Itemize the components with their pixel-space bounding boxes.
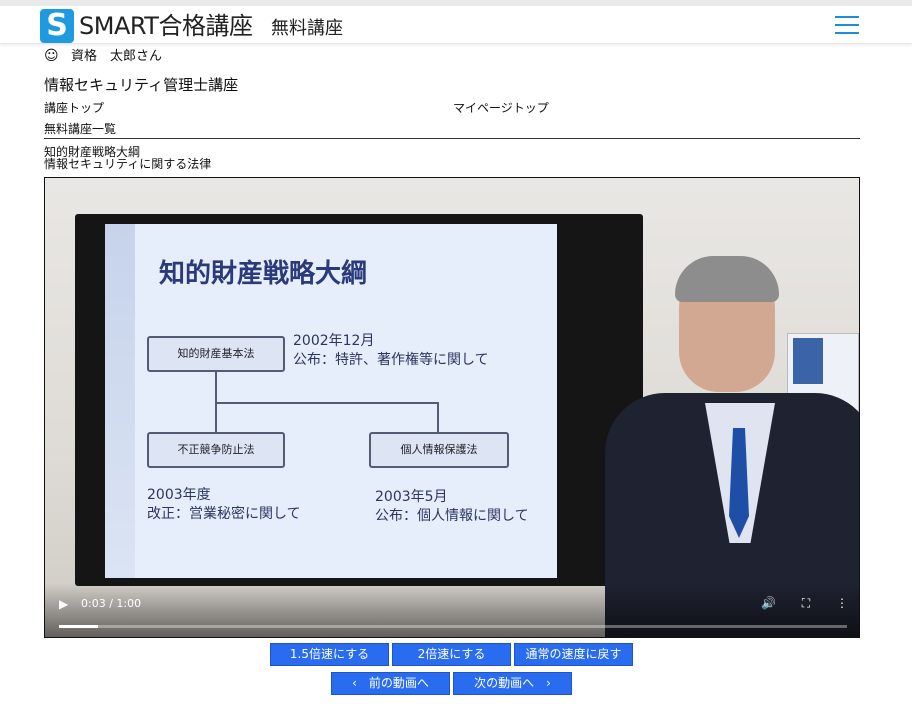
volume-icon[interactable]: 🔊: [761, 596, 776, 611]
smiley-icon: ☺: [44, 48, 59, 64]
user-name: 資格 太郎さん: [71, 49, 163, 64]
brand-subtitle: 無料講座: [271, 18, 343, 39]
slide-note: 2003年度: [147, 487, 211, 503]
lecture-slide: 知的財産戦略大綱 知的財産基本法 2002年12月 公布：特許、著作権等に関して…: [105, 224, 557, 578]
slide-box-unfair-competition: 不正競争防止法: [147, 432, 285, 468]
slide-title: 知的財産戦略大綱: [159, 259, 368, 289]
next-video-button[interactable]: 次の動画へ ›: [453, 672, 572, 695]
fullscreen-icon[interactable]: ⛶: [799, 596, 813, 611]
free-course-list-link[interactable]: 無料講座一覧: [44, 122, 116, 137]
brand-title[interactable]: SMART合格講座: [79, 11, 253, 41]
hamburger-menu-icon[interactable]: [835, 15, 859, 35]
section-title: 情報セキュリティに関する法律: [44, 157, 212, 171]
mypage-top-link[interactable]: マイページトップ: [453, 101, 549, 116]
slide-note: 改正：営業秘密に関して: [147, 506, 301, 522]
playback-time: 0:03 / 1:00: [81, 597, 142, 610]
divider: [44, 138, 860, 139]
logo-icon[interactable]: S: [40, 9, 74, 43]
more-options-icon[interactable]: ⋮: [835, 596, 849, 611]
video-controls: ▶ 0:03 / 1:00 🔊 ⛶ ⋮: [45, 583, 859, 637]
speed-2x-button[interactable]: 2倍速にする: [392, 643, 511, 666]
video-frame: 知的財産戦略大綱 知的財産基本法 2002年12月 公布：特許、著作権等に関して…: [45, 178, 859, 637]
slide-box-privacy-law: 個人情報保護法: [369, 432, 509, 468]
slide-note: 公布：特許、著作権等に関して: [293, 352, 489, 368]
slide-note: 公布：個人情報に関して: [375, 508, 529, 524]
play-icon[interactable]: ▶: [59, 597, 73, 611]
video-player[interactable]: 知的財産戦略大綱 知的財産基本法 2002年12月 公布：特許、著作権等に関して…: [44, 177, 860, 638]
slide-note: 2002年12月: [293, 333, 375, 349]
progress-fill: [59, 625, 99, 628]
slide-box-ip-law: 知的財産基本法: [147, 336, 285, 372]
course-top-link[interactable]: 講座トップ: [44, 101, 104, 116]
site-header: S SMART合格講座 無料講座: [0, 6, 912, 44]
prev-video-button[interactable]: ‹ 前の動画へ: [331, 672, 450, 695]
speed-1-5x-button[interactable]: 1.5倍速にする: [270, 643, 389, 666]
course-title: 情報セキュリティ管理士講座: [44, 76, 239, 94]
progress-bar[interactable]: [59, 625, 847, 628]
slide-note: 2003年5月: [375, 489, 448, 505]
speed-normal-button[interactable]: 通常の速度に戻す: [514, 643, 633, 666]
